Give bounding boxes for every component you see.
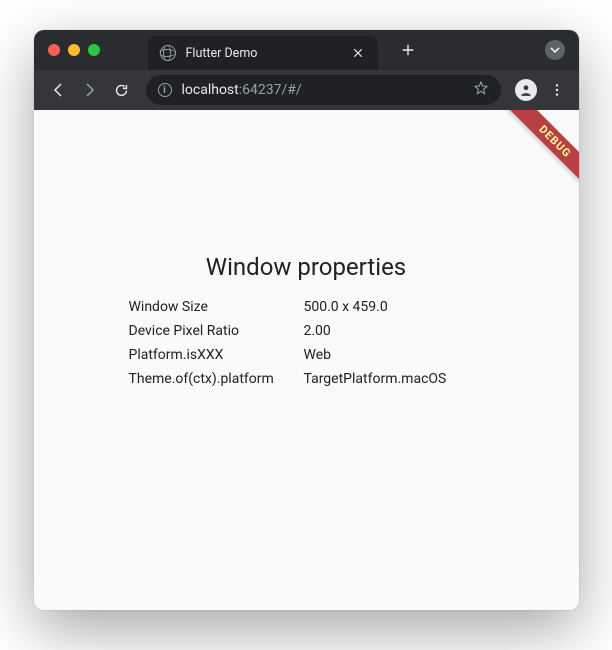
prop-value: 2.00: [304, 323, 484, 339]
reload-button[interactable]: [108, 76, 136, 104]
url-text: localhost:64237/#/: [182, 82, 463, 98]
tab-close-button[interactable]: [350, 45, 366, 61]
bookmark-star-icon[interactable]: [473, 80, 489, 100]
browser-window: Flutter Demo i localhost:64237/#/: [34, 30, 579, 610]
prop-value: Web: [304, 347, 484, 363]
url-port: :64237/#/: [239, 82, 302, 98]
address-bar[interactable]: i localhost:64237/#/: [146, 75, 501, 105]
window-minimize-button[interactable]: [68, 44, 80, 56]
titlebar: Flutter Demo: [34, 30, 579, 70]
page-title: Window properties: [206, 253, 406, 281]
new-tab-button[interactable]: [396, 38, 420, 62]
browser-tab[interactable]: Flutter Demo: [148, 36, 378, 70]
globe-icon: [160, 45, 176, 61]
toolbar: i localhost:64237/#/: [34, 70, 579, 110]
prop-value: TargetPlatform.macOS: [304, 371, 484, 387]
tab-title: Flutter Demo: [186, 46, 340, 61]
properties-table: Window Size 500.0 x 459.0 Device Pixel R…: [129, 299, 484, 387]
window-maximize-button[interactable]: [88, 44, 100, 56]
prop-label: Window Size: [129, 299, 304, 315]
forward-button[interactable]: [76, 76, 104, 104]
back-button[interactable]: [44, 76, 72, 104]
prop-label: Theme.of(ctx).platform: [129, 371, 304, 387]
url-host: localhost: [182, 82, 239, 98]
page-content: DEBUG Window properties Window Size 500.…: [34, 110, 579, 610]
prop-label: Platform.isXXX: [129, 347, 304, 363]
page-body: Window properties Window Size 500.0 x 45…: [34, 110, 579, 610]
titlebar-right: [545, 40, 565, 60]
prop-label: Device Pixel Ratio: [129, 323, 304, 339]
profile-button[interactable]: [515, 79, 537, 101]
menu-button[interactable]: [545, 82, 569, 98]
chevron-down-icon[interactable]: [545, 40, 565, 60]
traffic-lights: [48, 44, 100, 56]
info-icon[interactable]: i: [158, 83, 172, 97]
prop-value: 500.0 x 459.0: [304, 299, 484, 315]
window-close-button[interactable]: [48, 44, 60, 56]
